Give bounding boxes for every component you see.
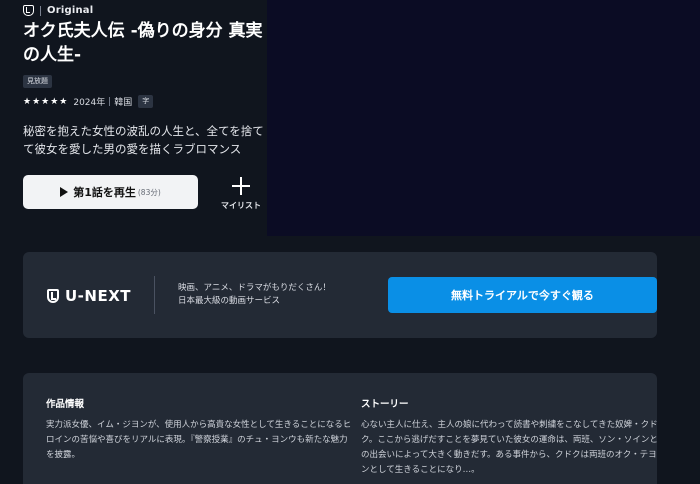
promo-copy: 映画、アニメ、ドラマがもりだくさん！ 日本最大級の動画サービス xyxy=(178,282,331,308)
plus-icon xyxy=(232,177,250,195)
work-info-heading: 作品情報 xyxy=(46,399,85,410)
work-info-body: 実力派女優、イム・ジヨンが、使用人から高貴な女性として生きることになるヒロインの… xyxy=(46,420,352,460)
rating-stars-icon: ★★★★★ xyxy=(23,96,69,107)
subtitle-badge: 字 xyxy=(138,95,154,108)
promo-copy-line-1: 映画、アニメ、ドラマがもりだくさん！ xyxy=(178,283,331,293)
work-info-card: 作品情報 実力派女優、イム・ジヨンが、使用人から高貴な女性として生きることになる… xyxy=(23,373,658,484)
original-brand: Original xyxy=(23,5,93,16)
unext-logo-text: U-NEXT xyxy=(65,287,132,305)
play-icon xyxy=(60,187,69,197)
meta-divider xyxy=(109,97,111,106)
hero-key-art xyxy=(267,0,700,236)
original-label: Original xyxy=(47,5,94,16)
play-duration: (83分) xyxy=(137,187,161,197)
meta-row: ★★★★★ 2024年 韓国 字 xyxy=(23,95,154,108)
country: 韓国 xyxy=(114,98,133,108)
release-year: 2024年 xyxy=(73,98,106,108)
unext-logo-icon xyxy=(23,5,34,16)
story-heading: ストーリー xyxy=(361,399,409,410)
unext-shield-icon xyxy=(47,289,59,303)
unext-logo[interactable]: U-NEXT xyxy=(47,287,131,305)
brand-divider xyxy=(40,5,41,16)
work-info-section: 作品情報 実力派女優、イム・ジヨンが、使用人から高貴な女性として生きることになる… xyxy=(46,396,352,463)
play-label: 第1話を再生 xyxy=(73,186,136,199)
synopsis: 秘密を抱えた女性の波乱の人生と、全てを捨てて彼女を愛した男の愛を描くラブロマンス xyxy=(23,124,264,156)
promo-copy-line-2: 日本最大級の動画サービス xyxy=(178,296,281,306)
unext-promo-banner: U-NEXT 映画、アニメ、ドラマがもりだくさん！ 日本最大級の動画サービス 無… xyxy=(23,252,657,338)
play-episode-button[interactable]: 第1話を再生 (83分) xyxy=(23,175,198,209)
add-to-mylist-button[interactable]: マイリスト xyxy=(215,174,267,214)
story-section: ストーリー 心ない主人に仕え、主人の娘に代わって読書や刺繍をこなしてきた奴婢・ク… xyxy=(361,396,661,478)
free-trial-button[interactable]: 無料トライアルで今すぐ観る xyxy=(388,277,657,313)
mylist-label: マイリスト xyxy=(221,201,261,210)
story-body: 心ない主人に仕え、主人の娘に代わって読書や刺繍をこなしてきた奴婢・クドク。ここか… xyxy=(361,420,658,475)
promo-divider xyxy=(154,276,155,314)
availability-badge: 見放題 xyxy=(23,75,52,88)
page-title: オク氏夫人伝 -偽りの身分 真実の人生- xyxy=(23,21,263,65)
